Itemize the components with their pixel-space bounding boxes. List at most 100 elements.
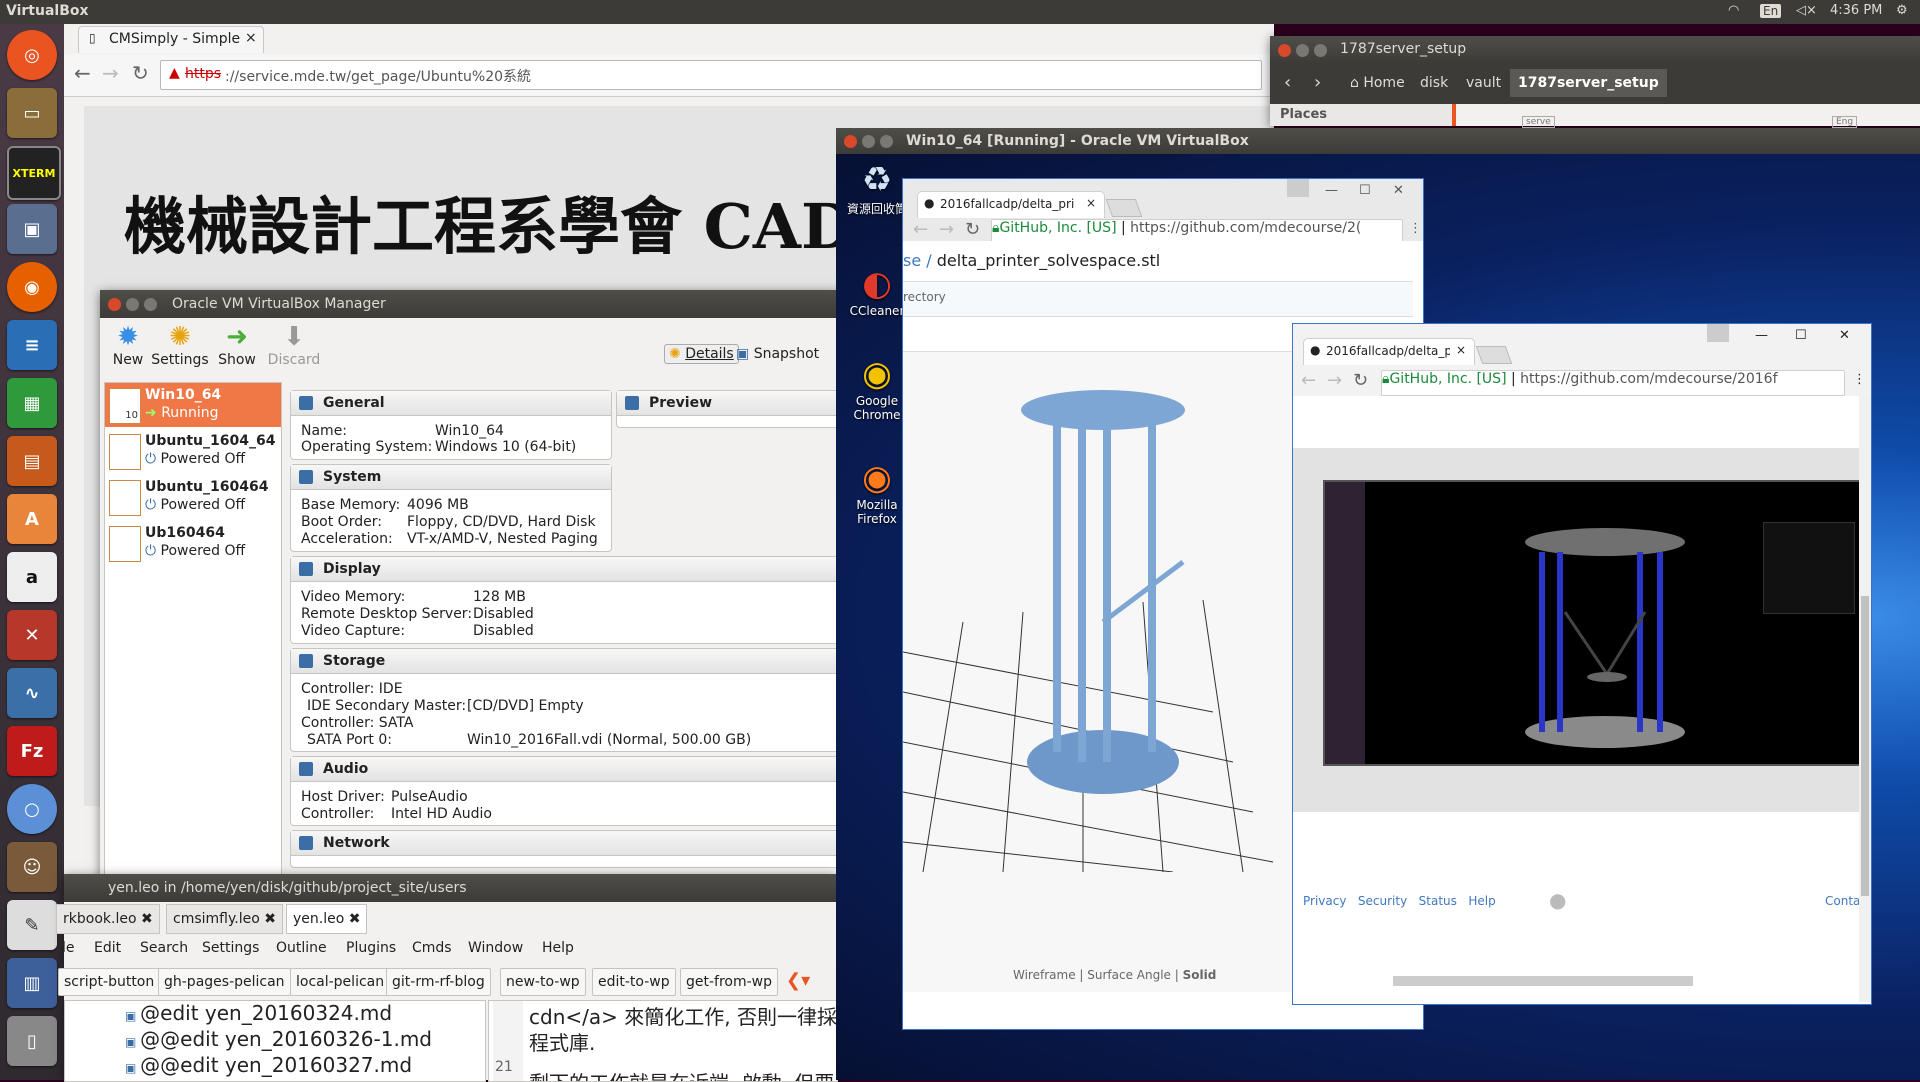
footer-status-link[interactable]: Status xyxy=(1419,894,1457,908)
vm-item[interactable]: Ubuntu_160464 ⏻ Powered Off xyxy=(105,475,281,519)
new-button[interactable]: ✹ New xyxy=(106,322,150,368)
maximize-icon[interactable]: ☐ xyxy=(1795,328,1807,343)
crumb-current[interactable]: 1787server_setup xyxy=(1510,69,1667,97)
details-button[interactable]: ✺ Details xyxy=(664,344,739,364)
minimize-icon[interactable]: — xyxy=(1325,183,1338,198)
footer-security-link[interactable]: Security xyxy=(1358,894,1407,908)
outline-node[interactable]: ▣ @@edit yen_20160326-1.md xyxy=(125,1027,432,1051)
edit-to-wp-button[interactable]: edit-to-wp xyxy=(592,968,676,996)
vm-item[interactable]: Ubuntu_1604_64 ⏻ Powered Off xyxy=(105,429,281,473)
back-icon[interactable]: ← xyxy=(1301,370,1316,391)
keyboard-lang-indicator[interactable]: En xyxy=(1760,4,1782,18)
menu-file[interactable]: le xyxy=(62,940,75,956)
new-tab-button[interactable] xyxy=(1475,346,1513,364)
browser-tab[interactable]: ▯ CMSimply - Simple × xyxy=(78,26,264,53)
get-from-wp-button[interactable]: get-from-wp xyxy=(680,968,779,996)
clock[interactable]: 4:36 PM xyxy=(1830,3,1882,18)
vm-item[interactable]: 10 Win10_64 ➜ Running xyxy=(105,383,281,427)
back-icon[interactable]: ← xyxy=(913,219,928,240)
sidebar-splitter[interactable] xyxy=(1452,104,1456,126)
script-button[interactable]: script-button xyxy=(58,968,161,996)
crumb-vault[interactable]: vault xyxy=(1466,75,1501,91)
leo-tab-active[interactable]: yen.leo ✖ xyxy=(286,904,368,934)
preview-header[interactable]: Preview xyxy=(617,391,847,416)
remote-desktop-icon[interactable]: ▣ xyxy=(7,204,57,254)
menu-edit[interactable]: Edit xyxy=(94,940,121,956)
storage-header[interactable]: Storage xyxy=(291,649,851,674)
minimize-icon[interactable] xyxy=(126,298,139,311)
reload-icon[interactable]: ↻ xyxy=(965,219,980,240)
virtualbox-icon[interactable]: ▥ xyxy=(7,958,57,1008)
menu-help[interactable]: Help xyxy=(542,940,574,956)
profile-icon[interactable] xyxy=(1287,179,1309,197)
settings-icon[interactable]: ✕ xyxy=(7,610,57,660)
menu-dots-icon[interactable]: ⋮ xyxy=(1853,372,1866,387)
filezilla-icon[interactable]: Fz xyxy=(7,726,57,776)
impress-icon[interactable]: ▤ xyxy=(7,436,57,486)
close-tab-icon[interactable]: ✖ xyxy=(141,911,153,927)
crumb-disk[interactable]: disk xyxy=(1420,75,1448,91)
settings-button[interactable]: ✺ Settings xyxy=(150,322,210,368)
close-icon[interactable]: ✕ xyxy=(1839,328,1850,343)
software-center-icon[interactable]: A xyxy=(7,494,57,544)
new-to-wp-button[interactable]: new-to-wp xyxy=(500,968,586,996)
menu-outline[interactable]: Outline xyxy=(276,940,327,956)
files-icon[interactable]: ▭ xyxy=(7,88,57,138)
firefox-icon[interactable]: ◉ xyxy=(7,262,57,312)
close-icon[interactable] xyxy=(1278,44,1291,57)
close-tab-icon[interactable]: ✖ xyxy=(264,911,276,927)
github-octocat-icon[interactable]: ● xyxy=(1549,888,1566,912)
menu-window[interactable]: Window xyxy=(468,940,523,956)
show-button[interactable]: ➜ Show xyxy=(212,322,262,368)
footer-privacy-link[interactable]: Privacy xyxy=(1303,894,1346,908)
back-icon[interactable]: ← xyxy=(74,61,91,85)
git-rm-rf-blog-button[interactable]: git-rm-rf-blog xyxy=(386,968,491,996)
embedded-screenshot[interactable] xyxy=(1323,480,1863,766)
wireframe-toggle[interactable]: Wireframe xyxy=(1013,968,1076,982)
address-bar[interactable]: 🔒︎GitHub, Inc. [US] | https://github.com… xyxy=(1381,370,1845,396)
xterm-icon[interactable]: XTERM xyxy=(7,146,61,200)
file-item[interactable]: serve xyxy=(1522,116,1555,128)
new-tab-button[interactable] xyxy=(1105,199,1143,217)
maximize-icon[interactable] xyxy=(144,298,157,311)
audio-header[interactable]: Audio xyxy=(291,757,851,782)
menu-cmds[interactable]: Cmds xyxy=(412,940,452,956)
discard-button[interactable]: ⬇ Discard xyxy=(264,322,324,368)
surface-angle-toggle[interactable]: Surface Angle xyxy=(1087,968,1171,982)
close-icon[interactable] xyxy=(844,135,857,148)
close-icon[interactable] xyxy=(108,298,121,311)
profile-icon[interactable] xyxy=(1707,324,1729,342)
vm-item[interactable]: Ub160464 ⏻ Powered Off xyxy=(105,521,281,565)
vertical-scrollbar[interactable] xyxy=(1859,396,1871,1002)
forward-icon[interactable]: › xyxy=(1314,72,1321,93)
minimize-icon[interactable] xyxy=(862,135,875,148)
reload-icon[interactable]: ↻ xyxy=(132,61,149,85)
outline-node[interactable]: ▣ @edit yen_20160324.md xyxy=(125,1001,392,1025)
close-icon[interactable]: ✕ xyxy=(1393,183,1404,198)
minimize-icon[interactable]: — xyxy=(1755,328,1768,343)
maximize-icon[interactable] xyxy=(1314,44,1327,57)
leo-tab[interactable]: cmsimfly.leo ✖ xyxy=(166,904,283,934)
sound-muted-icon[interactable]: ◁× xyxy=(1796,3,1817,18)
back-icon[interactable]: ‹ xyxy=(1284,72,1291,93)
display-header[interactable]: Display xyxy=(291,557,851,582)
leo-tab[interactable]: rkbook.leo ✖ xyxy=(56,904,160,934)
writer-icon[interactable]: ≡ xyxy=(7,320,57,370)
close-tab-icon[interactable]: ✖ xyxy=(349,911,361,927)
maximize-icon[interactable] xyxy=(880,135,893,148)
horizontal-scrollbar[interactable] xyxy=(1393,976,1693,986)
forward-icon[interactable]: → xyxy=(939,219,954,240)
forward-icon[interactable]: → xyxy=(1327,370,1342,391)
chrome-tab[interactable]: ● 2016fallcadp/delta_pri × xyxy=(1303,338,1475,365)
footer-help-link[interactable]: Help xyxy=(1468,894,1495,908)
network-header[interactable]: Network xyxy=(291,831,851,856)
gh-pages-pelican-button[interactable]: gh-pages-pelican xyxy=(158,968,291,996)
file-item[interactable]: Eng xyxy=(1832,116,1858,128)
minimize-icon[interactable] xyxy=(1296,44,1309,57)
chrome-tab[interactable]: ● 2016fallcadp/delta_pri × xyxy=(917,191,1105,218)
maximize-icon[interactable]: ☐ xyxy=(1359,183,1371,198)
monitor-icon[interactable]: ∿ xyxy=(7,668,57,718)
chromium-icon[interactable]: ○ xyxy=(7,784,57,834)
scrollbar-thumb[interactable] xyxy=(1861,596,1869,896)
address-bar[interactable]: ▲ https ://service.mde.tw/get_page/Ubunt… xyxy=(160,60,1262,90)
